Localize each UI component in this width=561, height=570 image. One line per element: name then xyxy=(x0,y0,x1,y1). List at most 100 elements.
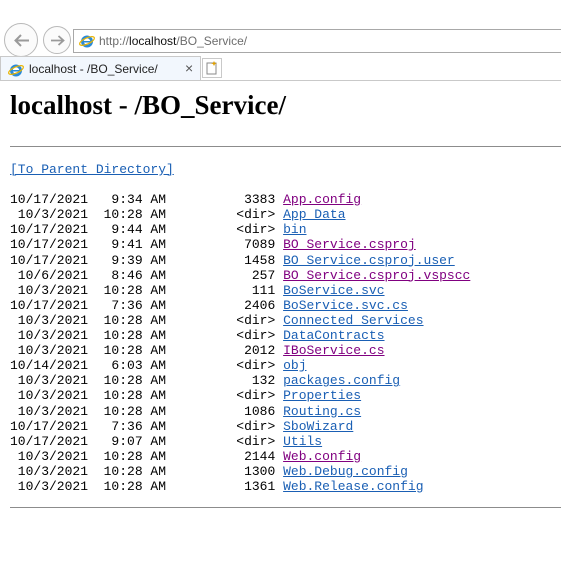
ie-page-icon xyxy=(8,64,24,77)
file-link[interactable]: Web.Debug.config xyxy=(283,464,408,479)
file-link[interactable]: IBoService.cs xyxy=(283,343,384,358)
row-time: 9:44 AM xyxy=(103,222,167,238)
tab-close-button[interactable]: × xyxy=(185,60,193,76)
row-time: 10:28 AM xyxy=(103,373,167,389)
row-time: 10:28 AM xyxy=(103,328,167,344)
row-date: 10/17/2021 xyxy=(10,297,89,313)
row-size: <dir> xyxy=(236,358,276,374)
tab-localhost[interactable]: localhost - /BO_Service/ × xyxy=(0,56,201,80)
listing-row: 10/6/2021 8:46 AM 257 BO_Service.csproj.… xyxy=(10,267,471,283)
parent-directory-link[interactable]: [To Parent Directory] xyxy=(10,162,174,177)
row-date: 10/3/2021 xyxy=(10,478,89,494)
file-link[interactable]: obj xyxy=(283,358,306,373)
row-time: 10:28 AM xyxy=(103,463,167,479)
row-time: 10:28 AM xyxy=(103,343,167,359)
tab-title: localhost - /BO_Service/ xyxy=(29,62,158,76)
row-time: 10:28 AM xyxy=(103,312,167,328)
new-tab-icon xyxy=(206,61,217,75)
file-link[interactable]: BO_Service.csproj.user xyxy=(283,253,455,268)
forward-button[interactable] xyxy=(43,26,71,54)
row-time: 9:41 AM xyxy=(103,237,167,253)
listing-row: 10/3/2021 10:28 AM 1300 Web.Debug.config xyxy=(10,464,408,479)
divider-bottom xyxy=(10,507,561,508)
file-link[interactable]: bin xyxy=(283,222,306,237)
listing-row: 10/3/2021 10:28 AM 1086 Routing.cs xyxy=(10,404,361,419)
row-date: 10/17/2021 xyxy=(10,222,89,238)
row-time: 6:03 AM xyxy=(103,358,167,374)
listing-row: 10/17/2021 7:36 AM 2406 BoService.svc.cs xyxy=(10,298,408,313)
row-size: 7089 xyxy=(244,237,276,253)
row-size: 2406 xyxy=(244,297,276,313)
file-link[interactable]: Routing.cs xyxy=(283,404,361,419)
row-date: 10/6/2021 xyxy=(10,267,89,283)
row-date: 10/17/2021 xyxy=(10,252,89,268)
row-size: 1361 xyxy=(244,478,276,494)
listing-row: 10/17/2021 9:34 AM 3383 App.config xyxy=(10,192,361,207)
listing-row: 10/3/2021 10:28 AM 111 BoService.svc xyxy=(10,283,385,298)
address-bar[interactable]: http://localhost/BO_Service/ xyxy=(73,29,561,53)
listing-row: 10/3/2021 10:28 AM 2144 Web.config xyxy=(10,449,361,464)
listing-row: 10/17/2021 9:41 AM 7089 BO_Service.cspro… xyxy=(10,237,416,252)
row-size: 2144 xyxy=(244,448,276,464)
page-title: localhost - /BO_Service/ xyxy=(10,90,286,120)
row-date: 10/3/2021 xyxy=(10,463,89,479)
row-size: <dir> xyxy=(236,418,276,434)
row-date: 10/3/2021 xyxy=(10,373,89,389)
row-date: 10/3/2021 xyxy=(10,448,89,464)
row-time: 7:36 AM xyxy=(103,418,167,434)
row-time: 10:28 AM xyxy=(103,448,167,464)
file-link[interactable]: Web.config xyxy=(283,449,361,464)
row-date: 10/3/2021 xyxy=(10,343,89,359)
divider-top xyxy=(10,146,561,147)
row-date: 10/3/2021 xyxy=(10,207,89,223)
listing-row: 10/3/2021 10:28 AM <dir> App_Data xyxy=(10,207,346,222)
row-size: 2012 xyxy=(244,343,276,359)
back-arrow-icon xyxy=(14,34,29,47)
file-link[interactable]: DataContracts xyxy=(283,328,384,343)
row-time: 9:39 AM xyxy=(103,252,167,268)
forward-arrow-icon xyxy=(51,35,65,46)
listing-row: 10/3/2021 10:28 AM 2012 IBoService.cs xyxy=(10,343,385,358)
listing-row: 10/17/2021 9:39 AM 1458 BO_Service.cspro… xyxy=(10,253,455,268)
file-link[interactable]: SboWizard xyxy=(283,419,353,434)
file-link[interactable]: Connected Services xyxy=(283,313,423,328)
listing-row: 10/17/2021 9:07 AM <dir> Utils xyxy=(10,434,322,449)
row-size: 1300 xyxy=(244,463,276,479)
row-date: 10/3/2021 xyxy=(10,282,89,298)
row-size: 3383 xyxy=(244,192,276,208)
row-size: 111 xyxy=(251,282,276,298)
url-path: /BO_Service/ xyxy=(176,34,248,48)
row-time: 10:28 AM xyxy=(103,403,167,419)
row-date: 10/3/2021 xyxy=(10,312,89,328)
row-time: 9:07 AM xyxy=(103,433,167,449)
url-prefix: http:// xyxy=(99,34,130,48)
row-size: 1086 xyxy=(244,403,276,419)
file-link[interactable]: Properties xyxy=(283,388,361,403)
row-time: 8:46 AM xyxy=(103,267,167,283)
file-link[interactable]: App.config xyxy=(283,192,361,207)
file-link[interactable]: BO_Service.csproj.vspscc xyxy=(283,268,470,283)
file-link[interactable]: App_Data xyxy=(283,207,345,222)
file-link[interactable]: BoService.svc.cs xyxy=(283,298,408,313)
row-date: 10/17/2021 xyxy=(10,237,89,253)
file-link[interactable]: Web.Release.config xyxy=(283,479,423,494)
tab-strip: localhost - /BO_Service/ × xyxy=(0,56,561,81)
row-size: <dir> xyxy=(236,312,276,328)
back-button[interactable] xyxy=(4,23,38,57)
file-link[interactable]: Utils xyxy=(283,434,322,449)
row-date: 10/17/2021 xyxy=(10,433,89,449)
row-time: 7:36 AM xyxy=(103,297,167,313)
new-tab-button[interactable] xyxy=(202,58,222,78)
listing-row: 10/3/2021 10:28 AM 1361 Web.Release.conf… xyxy=(10,479,424,494)
listing-row: 10/17/2021 7:36 AM <dir> SboWizard xyxy=(10,419,353,434)
row-time: 10:28 AM xyxy=(103,388,167,404)
row-date: 10/17/2021 xyxy=(10,418,89,434)
file-link[interactable]: BoService.svc xyxy=(283,283,384,298)
listing-row: 10/3/2021 10:28 AM <dir> Connected Servi… xyxy=(10,313,424,328)
row-size: 132 xyxy=(251,373,276,389)
row-time: 9:34 AM xyxy=(103,192,167,208)
file-link[interactable]: BO_Service.csproj xyxy=(283,237,416,252)
row-size: <dir> xyxy=(236,388,276,404)
url-host: localhost xyxy=(129,34,177,48)
file-link[interactable]: packages.config xyxy=(283,373,400,388)
